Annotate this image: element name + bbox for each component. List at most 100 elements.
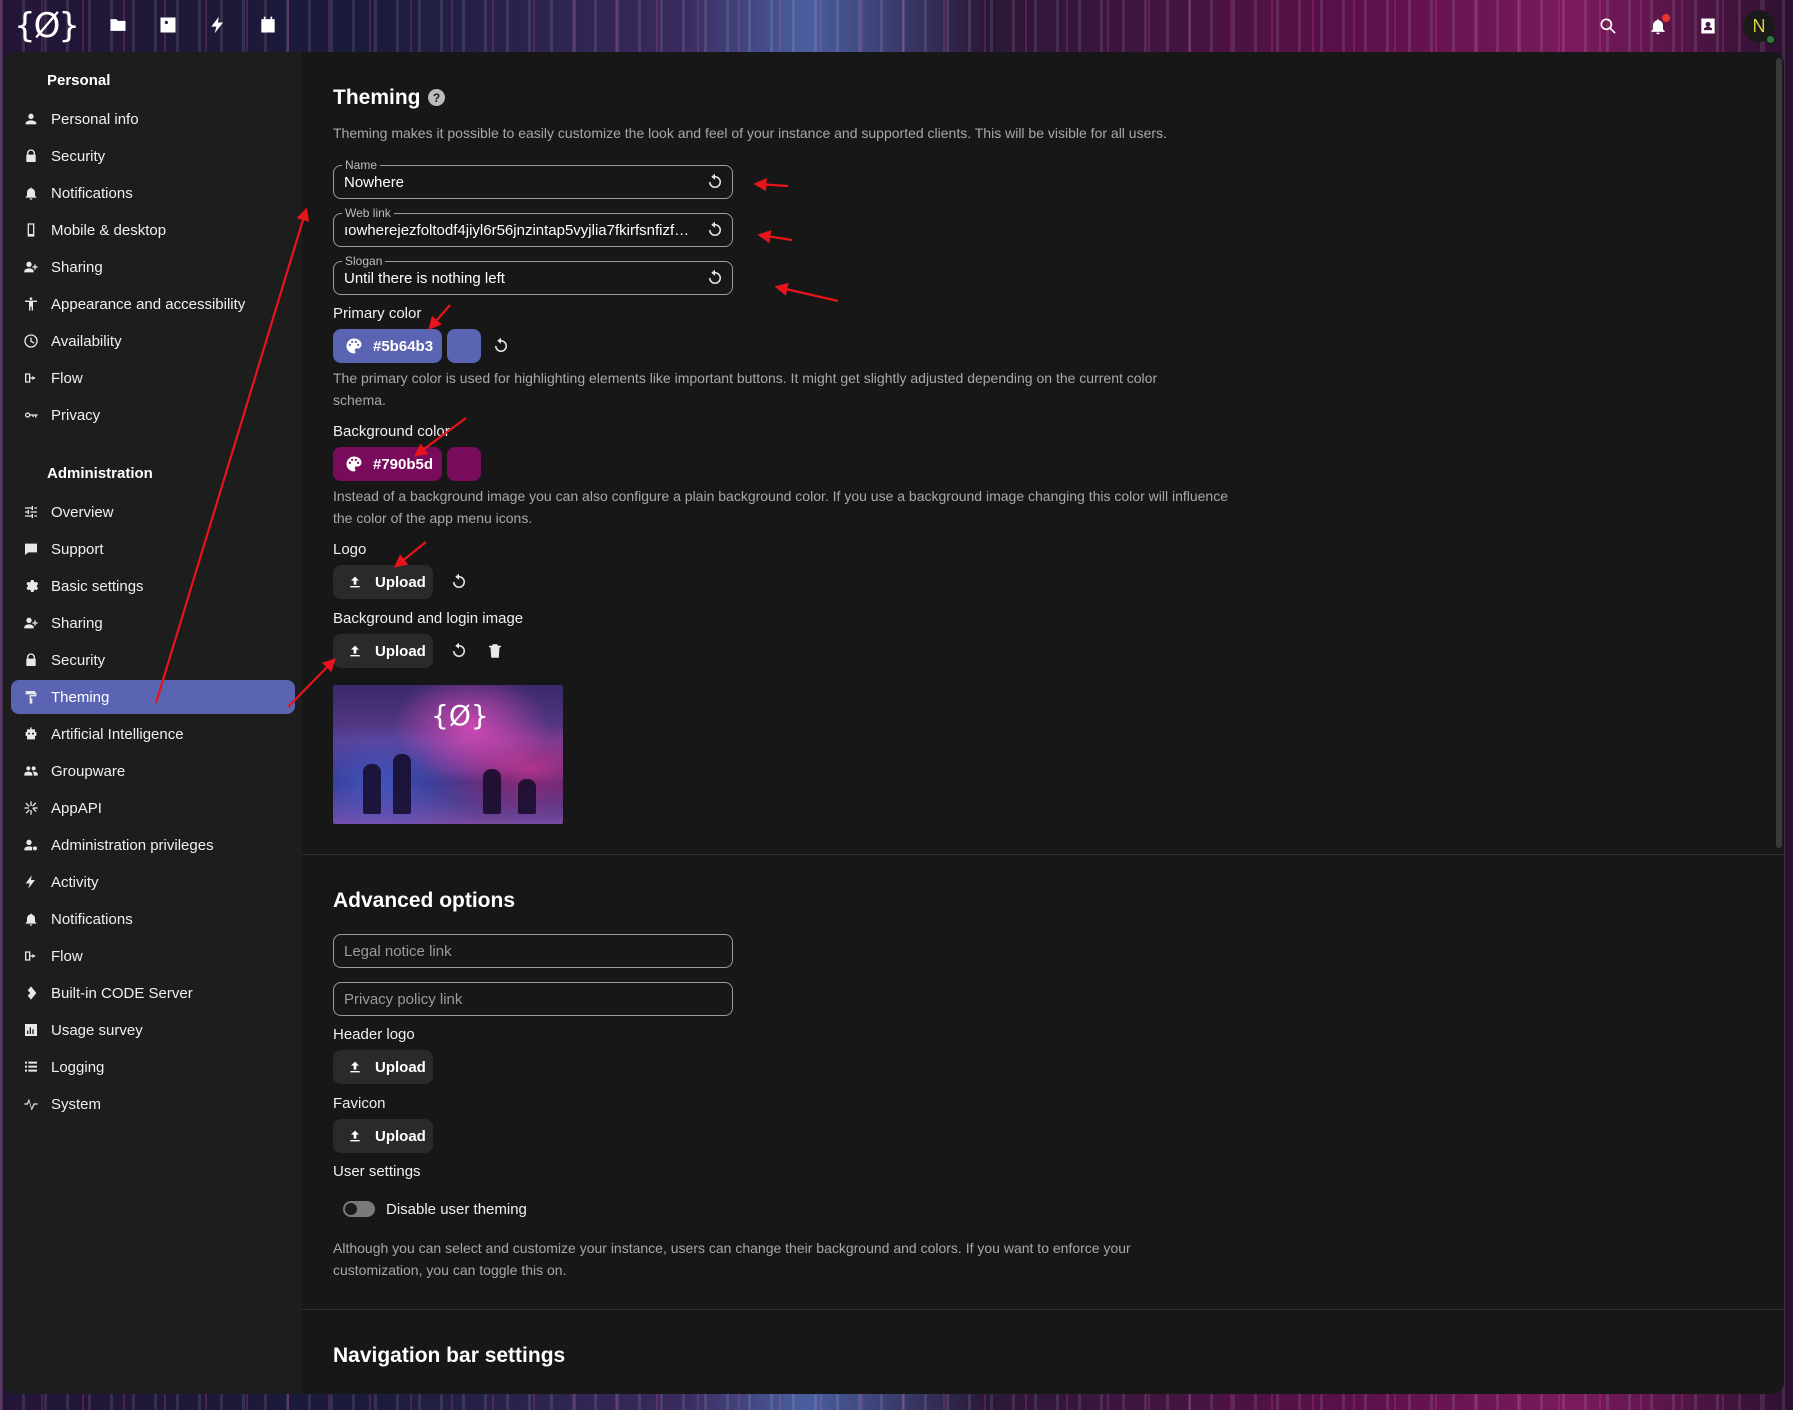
sidebar-item-admin-privileges[interactable]: Administration privileges bbox=[11, 828, 295, 862]
bg-image-upload-button[interactable]: Upload bbox=[333, 634, 433, 668]
background-color-label: Background color bbox=[333, 423, 450, 440]
disable-user-theming-label[interactable]: Disable user theming bbox=[386, 1201, 527, 1218]
user-icon bbox=[11, 111, 51, 127]
background-color-swatch[interactable] bbox=[447, 447, 481, 481]
background-color-description: Instead of a background image you can al… bbox=[333, 488, 1229, 526]
web-link-field[interactable]: Web link ıowherejezfoltodf4jiyl6r56jnzin… bbox=[333, 206, 733, 247]
reset-icon[interactable] bbox=[706, 269, 724, 287]
sidebar-item-mobile-desktop[interactable]: Mobile & desktop bbox=[11, 213, 295, 247]
sidebar-item-sharing[interactable]: Sharing bbox=[11, 250, 295, 284]
reset-icon[interactable] bbox=[448, 571, 470, 593]
reset-icon[interactable] bbox=[448, 640, 470, 662]
sidebar-item-admin-security[interactable]: Security bbox=[11, 643, 295, 677]
contacts-icon[interactable] bbox=[1696, 14, 1720, 38]
share-icon bbox=[11, 259, 51, 275]
sidebar-item-label: Logging bbox=[51, 1058, 105, 1076]
sidebar-item-security[interactable]: Security bbox=[11, 139, 295, 173]
legal-notice-placeholder: Legal notice link bbox=[344, 943, 452, 960]
background-image-preview: {Ø} bbox=[333, 685, 563, 824]
bg-image-label: Background and login image bbox=[333, 610, 524, 627]
app-logo[interactable]: {Ø} bbox=[14, 6, 80, 46]
background-color-button[interactable]: #790b5d bbox=[333, 447, 442, 481]
files-icon[interactable] bbox=[107, 14, 129, 36]
content-scrollbar[interactable] bbox=[1776, 58, 1782, 848]
legal-notice-input[interactable]: Legal notice link bbox=[333, 934, 733, 968]
calendar-icon[interactable] bbox=[257, 14, 279, 36]
sidebar-item-system[interactable]: System bbox=[11, 1087, 295, 1121]
robot-icon bbox=[11, 726, 51, 742]
sliders-icon bbox=[11, 504, 51, 520]
advanced-options-title: Advanced options bbox=[333, 889, 516, 912]
sidebar-item-privacy[interactable]: Privacy bbox=[11, 398, 295, 432]
sidebar-item-basic-settings[interactable]: Basic settings bbox=[11, 569, 295, 603]
notification-badge bbox=[1662, 14, 1670, 22]
favicon-upload-button[interactable]: Upload bbox=[333, 1119, 433, 1153]
share-icon bbox=[11, 615, 51, 631]
slogan-field-label: Slogan bbox=[342, 254, 386, 268]
settings-sidebar: Personal Personal info Security Notifica… bbox=[4, 52, 302, 1394]
photos-icon[interactable] bbox=[157, 14, 179, 36]
sidebar-item-personal-info[interactable]: Personal info bbox=[11, 102, 295, 136]
accessibility-icon bbox=[11, 296, 51, 312]
primary-color-description: The primary color is used for highlighti… bbox=[333, 370, 1158, 408]
lock-icon bbox=[11, 148, 51, 164]
main-frame: Personal Personal info Security Notifica… bbox=[4, 52, 1784, 1394]
primary-color-swatch[interactable] bbox=[447, 329, 481, 363]
sidebar-item-label: Theming bbox=[51, 688, 110, 706]
sidebar-item-theming[interactable]: Theming bbox=[11, 680, 295, 714]
sidebar-item-admin-flow[interactable]: Flow bbox=[11, 939, 295, 973]
sidebar-item-label: Security bbox=[51, 147, 106, 165]
sidebar-item-availability[interactable]: Availability bbox=[11, 324, 295, 358]
upload-icon bbox=[350, 1130, 360, 1142]
sidebar-item-overview[interactable]: Overview bbox=[11, 495, 295, 529]
upload-label: Upload bbox=[375, 1058, 426, 1076]
gear-icon bbox=[11, 578, 51, 594]
slogan-field[interactable]: Slogan Until there is nothing left bbox=[333, 254, 733, 295]
upload-icon bbox=[350, 1061, 360, 1073]
sidebar-item-label: Basic settings bbox=[51, 577, 144, 595]
sidebar-item-label: Personal info bbox=[51, 110, 139, 128]
sidebar-item-flow[interactable]: Flow bbox=[11, 361, 295, 395]
reset-icon[interactable] bbox=[706, 221, 724, 239]
sidebar-item-notifications[interactable]: Notifications bbox=[11, 176, 295, 210]
sidebar-item-appearance[interactable]: Appearance and accessibility bbox=[11, 287, 295, 321]
help-icon[interactable]: ? bbox=[428, 89, 445, 106]
upload-icon bbox=[350, 576, 360, 588]
name-field-value[interactable]: Nowhere bbox=[344, 174, 692, 191]
sidebar-item-label: Sharing bbox=[51, 258, 103, 276]
reset-icon[interactable] bbox=[706, 173, 724, 191]
primary-color-button[interactable]: #5b64b3 bbox=[333, 329, 442, 363]
sidebar-item-activity[interactable]: Activity bbox=[11, 865, 295, 899]
palette-icon bbox=[346, 338, 362, 354]
search-icon[interactable] bbox=[1596, 14, 1620, 38]
sidebar-item-appapi[interactable]: AppAPI bbox=[11, 791, 295, 825]
flow-icon bbox=[11, 948, 51, 964]
logo-upload-button[interactable]: Upload bbox=[333, 565, 433, 599]
sidebar-item-admin-sharing[interactable]: Sharing bbox=[11, 606, 295, 640]
sidebar-item-admin-notifications[interactable]: Notifications bbox=[11, 902, 295, 936]
favicon-label: Favicon bbox=[333, 1095, 386, 1112]
user-settings-description: Although you can select and customize yo… bbox=[333, 1240, 1131, 1278]
privacy-policy-input[interactable]: Privacy policy link bbox=[333, 982, 733, 1016]
sidebar-item-logging[interactable]: Logging bbox=[11, 1050, 295, 1084]
sidebar-item-ai[interactable]: Artificial Intelligence bbox=[11, 717, 295, 751]
notifications-icon[interactable] bbox=[1646, 14, 1670, 38]
reset-icon[interactable] bbox=[490, 335, 512, 357]
sidebar-item-groupware[interactable]: Groupware bbox=[11, 754, 295, 788]
slogan-field-value[interactable]: Until there is nothing left bbox=[344, 270, 692, 287]
trash-icon[interactable] bbox=[484, 640, 506, 662]
key-icon bbox=[11, 407, 51, 423]
pulse-icon bbox=[11, 1096, 51, 1112]
name-field[interactable]: Name Nowhere bbox=[333, 158, 733, 199]
sidebar-item-label: Flow bbox=[51, 369, 83, 387]
user-settings-label: User settings bbox=[333, 1163, 421, 1180]
sidebar-item-code-server[interactable]: Built-in CODE Server bbox=[11, 976, 295, 1010]
bell-icon bbox=[11, 185, 51, 201]
web-link-field-value[interactable]: ıowherejezfoltodf4jiyl6r56jnzintap5vyjli… bbox=[344, 222, 692, 239]
disable-user-theming-toggle[interactable] bbox=[343, 1201, 375, 1217]
sidebar-item-usage-survey[interactable]: Usage survey bbox=[11, 1013, 295, 1047]
sidebar-item-support[interactable]: Support bbox=[11, 532, 295, 566]
activity-icon[interactable] bbox=[207, 14, 229, 36]
header-logo-upload-button[interactable]: Upload bbox=[333, 1050, 433, 1084]
logo-label: Logo bbox=[333, 541, 367, 558]
